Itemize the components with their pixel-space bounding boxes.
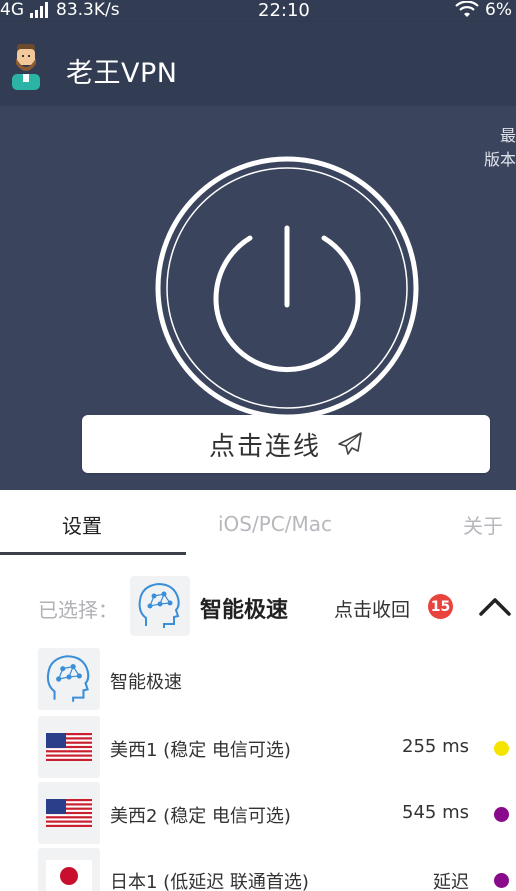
signal-icon <box>30 2 48 18</box>
server-icon-box <box>38 716 100 778</box>
tab-settings[interactable]: 设置 <box>62 490 102 558</box>
connect-button[interactable]: 点击连线 <box>82 415 490 473</box>
collapse-button[interactable]: 点击收回 <box>334 595 410 622</box>
chevron-up-icon[interactable] <box>478 592 512 620</box>
version-note-line-1: 最 <box>499 126 516 145</box>
server-item-japan-1[interactable]: 日本1 (低延迟 联通首选) 延迟 <box>0 848 516 891</box>
network-type: 4G <box>0 0 24 20</box>
version-note-line-2: 版本 <box>483 150 516 169</box>
bearded-man-avatar-icon <box>12 44 40 90</box>
status-left: 4G 83.3K/s <box>0 0 120 20</box>
hero-panel: 最 版本 点击连线 <box>0 106 516 490</box>
wifi-icon <box>455 1 479 17</box>
server-latency: 延迟 <box>433 872 469 891</box>
us-flag-icon <box>46 733 92 761</box>
server-latency: 255 ms <box>402 736 469 757</box>
server-icon-box <box>38 648 100 710</box>
server-latency: 545 ms <box>402 802 469 823</box>
power-icon <box>213 225 361 373</box>
tab-about[interactable]: 关于 <box>463 490 503 558</box>
server-item-us-west-2[interactable]: 美西2 (稳定 电信可选) 545 ms <box>0 782 516 846</box>
latency-status-dot <box>494 807 509 822</box>
power-button[interactable] <box>154 155 420 421</box>
server-item-us-west-1[interactable]: 美西1 (稳定 电信可选) 255 ms <box>0 716 516 780</box>
us-flag-icon <box>46 799 92 827</box>
tab-ios-pc-mac[interactable]: iOS/PC/Mac <box>218 490 332 558</box>
selected-server-row: 已选择： 智能极速 点击收回 15 <box>0 572 516 640</box>
server-name: 日本1 (低延迟 联通首选) <box>110 872 309 891</box>
brain-head-icon <box>46 655 90 702</box>
server-name: 美西1 (稳定 电信可选) <box>110 740 291 761</box>
tab-bar: 设置 iOS/PC/Mac 关于 <box>0 490 516 558</box>
app-bar: 老王VPN <box>0 22 516 106</box>
server-icon-box <box>38 848 100 891</box>
server-name: 智能极速 <box>110 672 182 693</box>
server-name: 美西2 (稳定 电信可选) <box>110 806 291 827</box>
latency-status-dot <box>494 873 509 888</box>
tab-indicator <box>0 552 186 555</box>
paper-plane-icon <box>338 432 362 455</box>
connect-button-label: 点击连线 <box>208 431 321 462</box>
server-item-smart[interactable]: 智能极速 <box>0 648 516 712</box>
clock: 22:10 <box>258 0 310 21</box>
status-bar: 4G 83.3K/s 22:10 6% <box>0 0 516 22</box>
brain-head-icon <box>138 582 180 628</box>
app-title: 老王VPN <box>66 58 178 89</box>
status-right: 6% <box>455 0 512 20</box>
battery-level: 6% <box>485 0 512 20</box>
selected-label: 已选择： <box>38 598 118 622</box>
count-badge: 15 <box>428 594 453 619</box>
selected-server-icon-box <box>130 576 190 636</box>
network-speed: 83.3K/s <box>56 0 120 20</box>
selected-server-name: 智能极速 <box>200 598 289 623</box>
jp-flag-icon <box>46 860 92 891</box>
version-note: 最 版本 <box>476 124 516 172</box>
latency-status-dot <box>494 741 509 756</box>
server-icon-box <box>38 782 100 844</box>
